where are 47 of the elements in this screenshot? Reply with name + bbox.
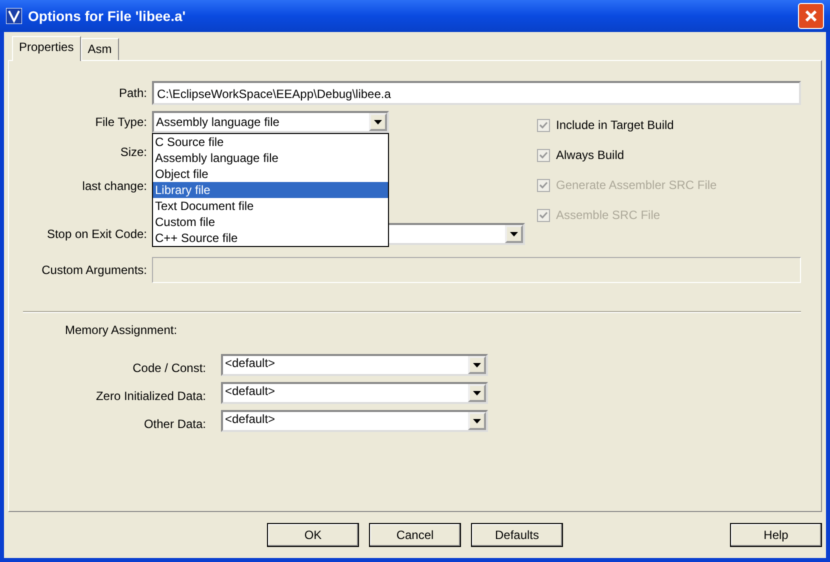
field-label: Zero Initialized Data:: [94, 389, 206, 403]
dropdown-option[interactable]: Library file: [153, 182, 388, 198]
memory-dropdown[interactable]: <default>: [221, 354, 488, 376]
section-title: Memory Assignment:: [65, 323, 178, 337]
field-label: Path:: [118, 86, 147, 100]
close-icon: [804, 9, 818, 23]
dropdown-option[interactable]: Object file: [153, 166, 388, 182]
field-label: Other Data:: [142, 417, 206, 431]
checkbox-label: Include in Target Build: [556, 118, 674, 132]
checkbox-label: Always Build: [556, 148, 624, 162]
caret-icon: [374, 120, 382, 124]
field-label: Code / Const:: [132, 361, 206, 375]
field-label: Size:: [119, 145, 147, 159]
dropdown-option[interactable]: Custom file: [153, 214, 388, 230]
check-icon: [539, 120, 548, 130]
dropdown-option[interactable]: Text Document file: [153, 198, 388, 214]
memory-dropdown[interactable]: <default>: [221, 382, 488, 404]
tab[interactable]: Asm: [80, 38, 119, 60]
caret-icon: [473, 362, 481, 368]
dialog-button[interactable]: Defaults: [471, 523, 563, 547]
caret-icon: [473, 390, 481, 396]
dialog-button[interactable]: Cancel: [369, 523, 461, 547]
app-icon: [6, 8, 22, 24]
check-icon: [539, 150, 548, 160]
field-label: Stop on Exit Code:: [46, 227, 147, 241]
field-label: Custom Arguments:: [40, 263, 147, 277]
window-title: Options for File 'libee.a': [28, 8, 187, 24]
dropdown-option[interactable]: Assembly language file: [153, 150, 388, 166]
checkbox-label: Assemble SRC File: [556, 208, 660, 222]
close-button[interactable]: [798, 3, 824, 29]
checkbox-label: Generate Assembler SRC File: [556, 178, 717, 192]
check-icon: [539, 180, 548, 190]
dropdown-option[interactable]: C Source file: [153, 134, 388, 150]
checkbox[interactable]: [537, 118, 550, 132]
caret-icon: [510, 232, 518, 236]
field-label: last change:: [81, 179, 147, 193]
tab[interactable]: Properties: [12, 36, 81, 61]
dropdown-option[interactable]: C++ Source file: [153, 230, 388, 246]
path-field[interactable]: C:\EclipseWorkSpace\EEApp\Debug\libee.a: [152, 81, 801, 105]
dialog-button[interactable]: OK: [267, 523, 359, 547]
help-button[interactable]: Help: [730, 523, 822, 547]
caret-icon: [473, 418, 481, 424]
check-icon: [539, 210, 548, 220]
checkbox[interactable]: [537, 148, 550, 162]
memory-dropdown[interactable]: <default>: [221, 410, 488, 432]
field-label: File Type:: [94, 115, 147, 129]
file-type-dropdown[interactable]: Assembly language file: [152, 111, 389, 133]
